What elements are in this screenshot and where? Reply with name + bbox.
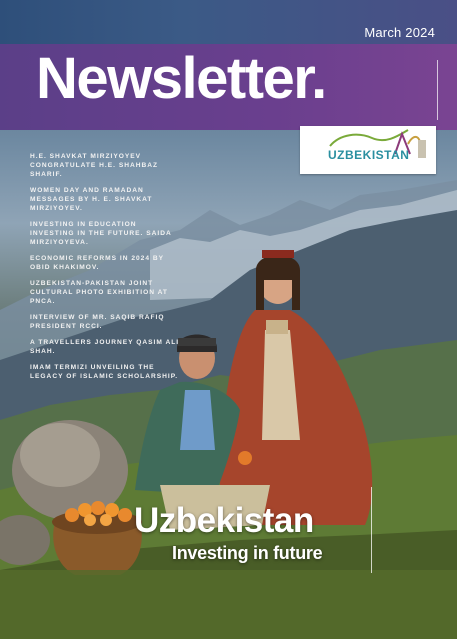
headline-item: IMAM TERMIZI UNVEILING THE LEGACY OF ISL… xyxy=(30,364,179,380)
feature-subtitle: Investing in future xyxy=(172,543,323,563)
issue-date: March 2024 xyxy=(364,25,435,40)
feature-divider xyxy=(371,487,372,573)
title-divider xyxy=(437,60,438,120)
headline-item: ECONOMIC REFORMS IN 2024 BY OBID KHAKIMO… xyxy=(30,255,164,271)
uzbekistan-logo: UZBEKISTAN xyxy=(300,126,436,174)
headline-item: H.E. SHAVKAT MIRZIYOYEV CONGRATULATE H.E… xyxy=(30,153,159,178)
headline-item: A TRAVELLERS JOURNEY QASIM ALI SHAH. xyxy=(30,339,180,355)
newsletter-cover: March 2024 Newsletter. UZBEKISTAN H.E. S… xyxy=(0,0,457,639)
logo-wordmark: UZBEKISTAN xyxy=(328,148,410,162)
headline-item: UZBEKISTAN-PAKISTAN JOINT CULTURAL PHOTO… xyxy=(30,280,168,305)
headline-list: H.E. SHAVKAT MIRZIYOYEV CONGRATULATE H.E… xyxy=(30,152,180,388)
headline-item: INTERVIEW OF MR. SAQIB RAFIQ PRESIDENT R… xyxy=(30,314,165,330)
headline-item: INVESTING IN EDUCATION INVESTING IN THE … xyxy=(30,221,172,246)
headline-item: WOMEN DAY AND RAMADAN MESSAGES BY H. E. … xyxy=(30,187,153,212)
newsletter-title: Newsletter. xyxy=(36,46,327,111)
feature-title: Uzbekistan xyxy=(134,501,314,540)
